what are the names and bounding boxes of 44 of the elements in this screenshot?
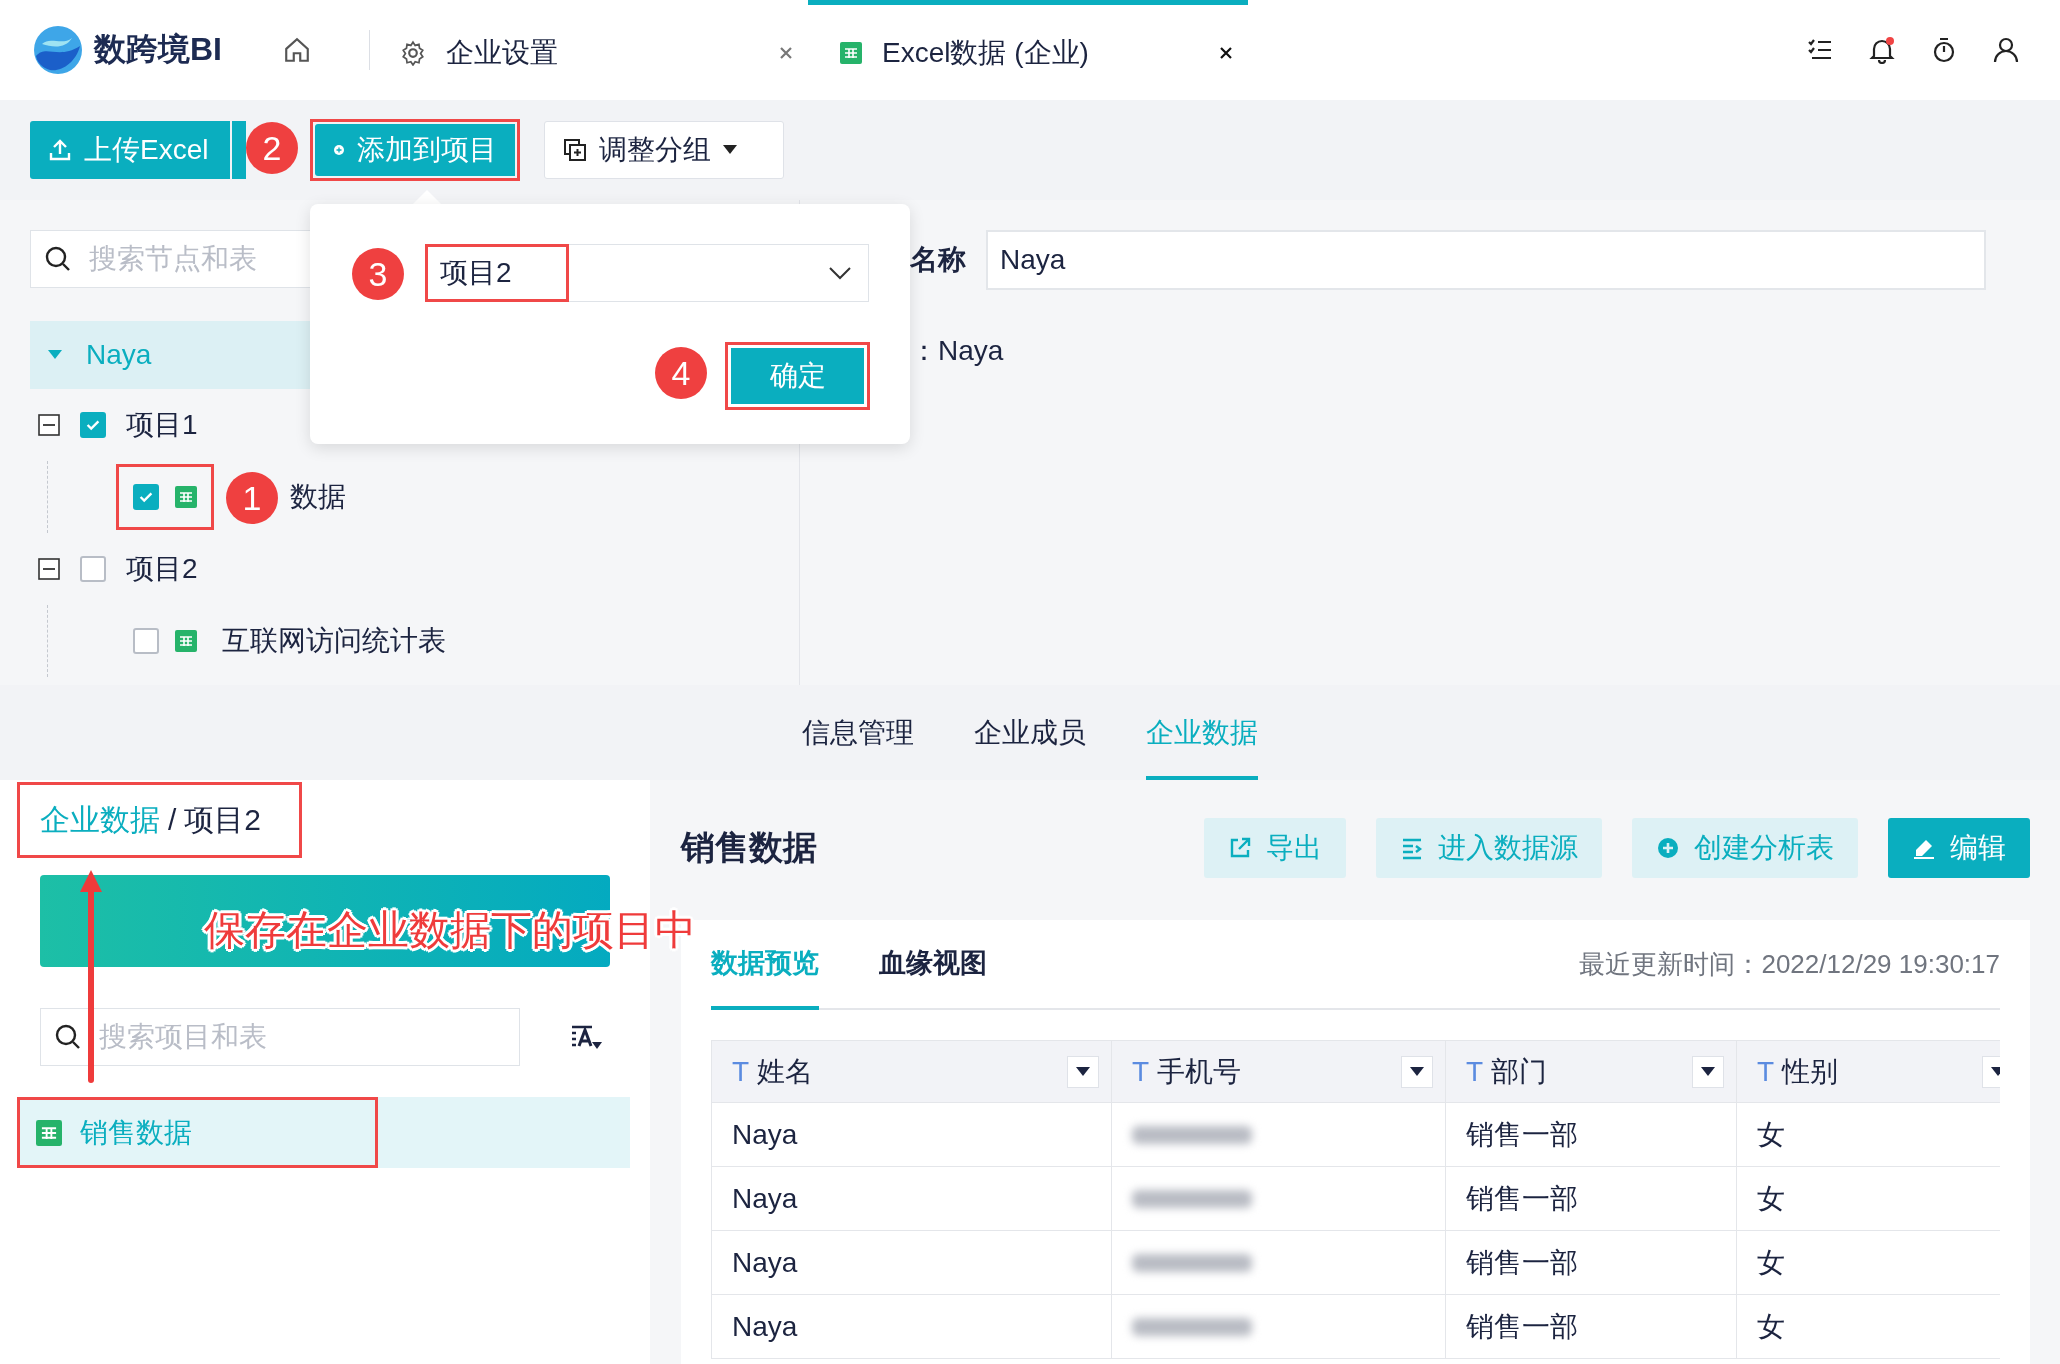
item-label: 销售数据 <box>80 1115 192 1150</box>
search-field[interactable]: 搜索项目和表 <box>40 1008 520 1066</box>
view-tab[interactable]: 血缘视图 <box>879 920 987 1010</box>
table-cell: 女 <box>1736 1103 2000 1167</box>
table-cell: Naya <box>711 1167 1111 1231</box>
name-field[interactable]: Naya <box>986 230 1986 290</box>
table-cell: 女 <box>1736 1167 2000 1231</box>
table-cell: 销售一部 <box>1445 1295 1736 1359</box>
table-cell: Naya <box>711 1231 1111 1295</box>
type-mark: T <box>1132 1055 1150 1088</box>
table-cell: Naya <box>711 1295 1111 1359</box>
header-label: 手机号 <box>1157 1054 1243 1089</box>
header-label: 性别 <box>1782 1054 1840 1089</box>
breadcrumb-separator: / <box>168 803 177 837</box>
tab[interactable]: 企业设置 <box>380 0 808 100</box>
project-select[interactable]: 项目2 <box>425 244 869 302</box>
section-tab[interactable]: 信息管理 <box>802 685 914 780</box>
tree-label[interactable]: 数据 <box>290 478 346 516</box>
tab-label: 企业设置 <box>446 35 559 70</box>
table-cell: Naya <box>711 1103 1111 1167</box>
type-mark: T <box>1757 1055 1775 1088</box>
header-label: 姓名 <box>757 1054 815 1089</box>
root-label: Naya <box>86 339 152 371</box>
section-tab[interactable]: 企业成员 <box>974 685 1086 780</box>
group-button[interactable]: 调整分组 <box>544 121 784 179</box>
table-cell: 销售一部 <box>1445 1231 1736 1295</box>
tree-label[interactable]: 项目1 <box>126 406 198 444</box>
updated-time: 最近更新时间：2022/12/29 19:30:17 <box>1579 947 2000 981</box>
tree-label[interactable]: 互联网访问统计表 <box>222 622 446 660</box>
select-value: 项目2 <box>440 255 512 290</box>
field-label: 名称 <box>910 243 966 277</box>
owner-text: ：Naya <box>910 334 1005 368</box>
type-mark: T <box>1466 1055 1484 1088</box>
table-cell: 女 <box>1736 1295 2000 1359</box>
tree-label[interactable]: 项目2 <box>126 550 198 588</box>
logo-text: 数跨境BI <box>94 30 222 69</box>
breadcrumb-current: 项目2 <box>184 801 262 838</box>
header-label: 部门 <box>1491 1054 1549 1089</box>
type-mark: T <box>732 1055 750 1088</box>
table-cell: 女 <box>1736 1231 2000 1295</box>
tab-label: Excel数据 (企业) <box>882 35 1090 70</box>
dataset-title: 销售数据 <box>681 827 818 868</box>
table-cell: 销售一部 <box>1445 1167 1736 1231</box>
table-cell: 销售一部 <box>1445 1103 1736 1167</box>
